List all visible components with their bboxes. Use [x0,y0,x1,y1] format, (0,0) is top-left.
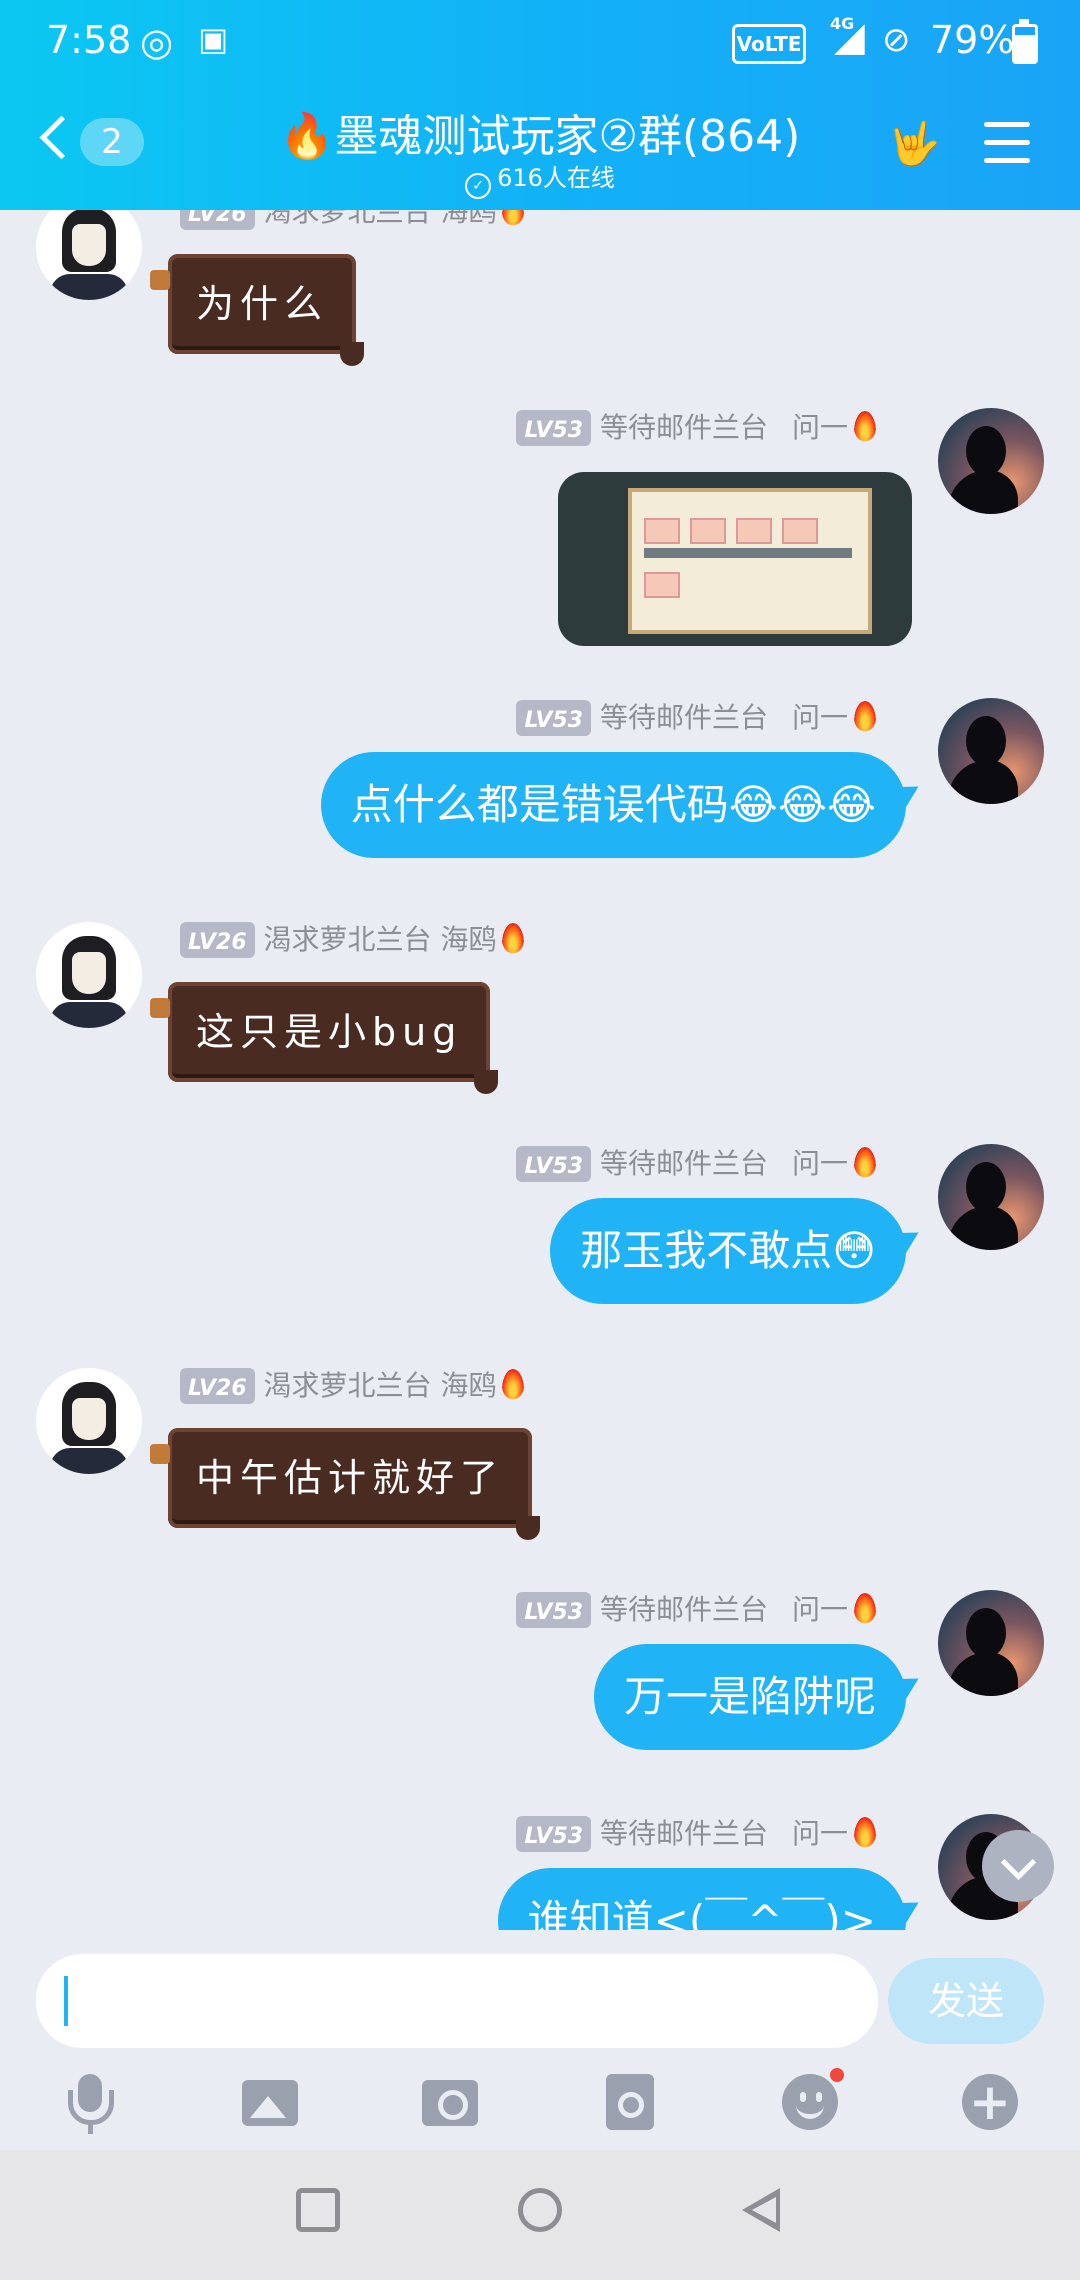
scroll-to-bottom-button[interactable] [982,1830,1054,1902]
chat-header: 7:58 ◎ ▣ VoLTE 4G ◢ ⊘ 79% 2 🔥墨魂测试玩家②群(86… [0,0,1080,210]
plus-icon[interactable]: + [958,2070,1022,2134]
message-bubble[interactable]: 那玉我不敢点😳 [550,1198,906,1304]
level-badge: LV53 [516,1592,592,1628]
notification-dot [830,2068,844,2082]
red-packet-icon[interactable] [598,2070,662,2134]
avatar[interactable] [36,1368,142,1474]
text-caret [64,1976,68,2026]
fire-icon [502,210,525,225]
sender-meta: LV26 渴求萝北兰台 海鸥 [180,922,525,958]
sender-name[interactable]: 渴求萝北兰台 [264,923,432,956]
message-list[interactable]: LV26 渴求萝北兰台 海鸥 为什么 LV53 等待邮件兰台 问一 LV53 等… [0,210,1080,1930]
message-bubble[interactable]: 万一是陷阱呢 [593,1644,906,1750]
fire-icon [854,1593,877,1623]
sender-name[interactable]: 等待邮件兰台 [600,1817,768,1850]
level-badge: LV26 [180,1368,255,1404]
sender-meta: LV53 等待邮件兰台 [516,1592,768,1628]
message-bubble[interactable]: 这只是小bug [149,982,499,1094]
microphone-icon[interactable] [58,2070,122,2134]
member-title: 问一 [792,701,849,734]
avatar[interactable] [938,1590,1044,1696]
no-sim-icon: ⊘ [882,20,911,60]
check-circle-icon: ✓ [465,173,492,199]
sender-name[interactable]: 渴求萝北兰台 [264,210,432,228]
status-bar: 7:58 ◎ ▣ VoLTE 4G ◢ ⊘ 79% [0,0,1080,82]
recents-icon[interactable] [296,2188,340,2232]
system-nav-bar [0,2150,1080,2280]
back-icon[interactable] [742,2188,780,2232]
member-title: 海鸥 [440,923,497,956]
member-title: 问一 [792,411,849,444]
member-title-wrap: 问一 [792,1592,877,1628]
input-bar: 发送 + [0,1930,1080,2150]
member-title: 海鸥 [440,210,497,228]
avatar[interactable] [938,698,1044,804]
signal-icon: ◢ [834,14,865,60]
member-title-wrap: 问一 [792,700,877,736]
level-badge: LV53 [516,700,592,736]
fire-icon [502,1369,525,1399]
avatar[interactable] [36,210,142,300]
sender-meta: LV53 等待邮件兰台 [516,410,768,446]
sender-meta: LV53 等待邮件兰台 [516,700,768,736]
volte-indicator: VoLTE [732,24,806,64]
member-title: 问一 [792,1593,849,1626]
game-screenshot-image [628,488,872,634]
member-title-wrap: 问一 [792,410,877,446]
battery-percent: 79% [930,18,1015,62]
avatar[interactable] [938,1144,1044,1250]
gallery-icon: ▣ [198,20,229,58]
fire-icon [854,1817,877,1847]
level-badge: LV53 [516,1146,592,1182]
fire-icon: 🔥 [279,111,335,162]
fire-icon [854,1147,877,1177]
send-button[interactable]: 发送 [888,1958,1044,2044]
member-title: 海鸥 [440,1369,497,1402]
sender-meta: LV26 渴求萝北兰台 海鸥 [180,210,525,230]
level-badge: LV53 [516,1816,592,1852]
sender-meta: LV53 等待邮件兰台 [516,1816,768,1852]
level-badge: LV53 [516,410,592,446]
member-title-wrap: 问一 [792,1816,877,1852]
fire-icon [854,411,877,441]
image-icon[interactable] [238,2070,302,2134]
message-bubble[interactable]: 为什么 [149,254,365,366]
menu-button[interactable] [984,122,1030,164]
level-badge: LV26 [180,210,255,230]
rock-hand-icon[interactable]: 🤟 [888,118,940,170]
sender-name[interactable]: 等待邮件兰台 [600,701,768,734]
sender-meta: LV26 渴求萝北兰台 海鸥 [180,1368,525,1404]
emoji-icon[interactable] [778,2068,844,2134]
image-message[interactable] [558,472,912,646]
sender-name[interactable]: 渴求萝北兰台 [264,1369,432,1402]
sender-name[interactable]: 等待邮件兰台 [600,1147,768,1180]
battery-icon [1012,19,1038,64]
sender-name[interactable]: 等待邮件兰台 [600,1593,768,1626]
message-bubble[interactable]: 点什么都是错误代码😂😂😂 [320,752,906,858]
netease-music-icon: ◎ [140,20,174,64]
fire-icon [854,701,877,731]
member-title-wrap: 问一 [792,1146,877,1182]
message-input[interactable] [36,1954,878,2048]
avatar[interactable] [36,922,142,1028]
camera-icon[interactable] [418,2070,482,2134]
message-bubble[interactable]: 中午估计就好了 [149,1428,541,1540]
message-bubble[interactable]: 谁知道<(￣^￣)> [497,1868,906,1930]
sender-meta: LV53 等待邮件兰台 [516,1146,768,1182]
avatar[interactable] [938,408,1044,514]
member-title: 问一 [792,1147,849,1180]
level-badge: LV26 [180,922,255,958]
home-icon[interactable] [518,2188,562,2232]
fire-icon [502,923,525,953]
member-title: 问一 [792,1817,849,1850]
sender-name[interactable]: 等待邮件兰台 [600,411,768,444]
status-time: 7:58 [46,18,132,62]
